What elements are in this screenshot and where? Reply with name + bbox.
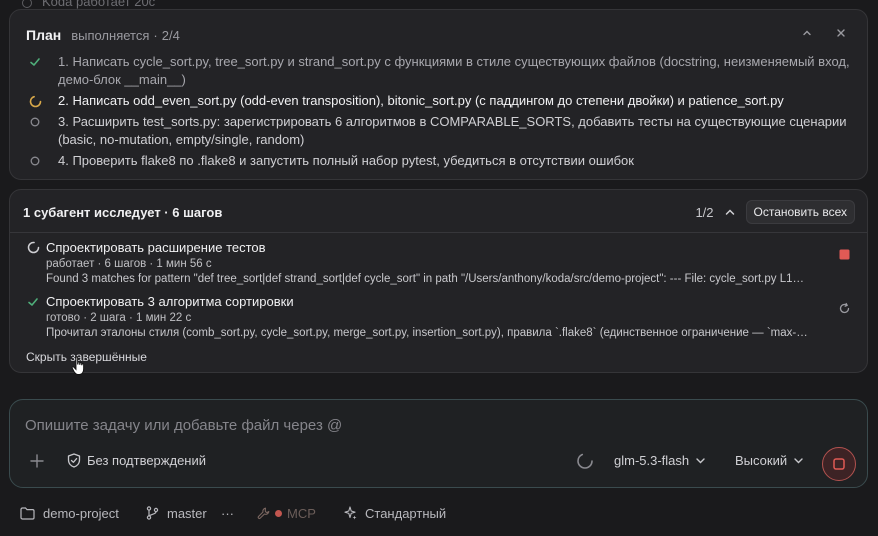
close-icon <box>837 29 845 37</box>
more-button[interactable]: ··· <box>221 506 234 521</box>
subagents-header: 1 субагент исследует · 6 шагов <box>23 205 223 220</box>
task-title: Спроектировать расширение тестов <box>46 240 266 255</box>
plan-step: 3. Расширить test_sorts.py: зарегистриро… <box>28 113 858 149</box>
subagents-pager: 1/2 <box>695 204 714 220</box>
more-icon: ··· <box>221 505 234 521</box>
plan-progress: 2/4 <box>161 27 180 43</box>
mode-selector[interactable]: Стандартный <box>343 506 446 521</box>
stop-all-button[interactable]: Остановить всех <box>745 200 855 224</box>
wrench-icon <box>257 507 270 519</box>
add-attachment-button[interactable] <box>29 453 45 469</box>
plus-icon <box>30 454 44 468</box>
plan-step-text: 4. Проверить flake8 по .flake8 и запусти… <box>58 153 634 168</box>
check-icon <box>28 297 38 306</box>
hand-cursor-icon <box>71 356 85 375</box>
subagent-task[interactable]: Спроектировать расширение тестов работае… <box>26 240 856 285</box>
plan-step: 4. Проверить flake8 по .flake8 и запусти… <box>28 152 858 170</box>
sparkles-icon <box>344 506 357 520</box>
plan-step-text: 2. Написать odd_even_sort.py (odd-even t… <box>58 93 784 108</box>
subagent-task[interactable]: Спроектировать 3 алгоритма сортировки го… <box>26 294 856 339</box>
in-progress-icon <box>29 95 41 107</box>
stop-generation-button[interactable] <box>822 447 856 481</box>
chevron-up-icon <box>803 30 811 36</box>
check-icon <box>30 58 40 66</box>
reasoning-level-select[interactable]: Высокий <box>735 453 804 468</box>
branch-selector[interactable]: master <box>146 506 207 521</box>
plan-title: План <box>26 27 62 43</box>
reasoning-level-value: Высокий <box>735 453 788 468</box>
task-meta: готово · 2 шага · 1 мин 22 с <box>46 312 192 324</box>
task-log: Прочитал эталоны стиля (comb_sort.py, cy… <box>46 327 808 339</box>
folder-icon <box>20 506 35 520</box>
plan-step-list: 1. Написать cycle_sort.py, tree_sort.py … <box>28 53 858 173</box>
branch-name: master <box>167 505 207 521</box>
mode-label: Стандартный <box>365 505 447 521</box>
approval-mode-label: Без подтверждений <box>87 453 207 468</box>
chevron-down-icon <box>696 458 705 464</box>
mcp-label: MCP <box>287 505 316 521</box>
status-circle-icon <box>22 0 32 8</box>
plan-step-text: 1. Написать cycle_sort.py, tree_sort.py … <box>58 54 850 87</box>
task-title: Спроектировать 3 алгоритма сортировки <box>46 294 294 309</box>
stop-square-icon <box>833 458 845 470</box>
plan-step: 1. Написать cycle_sort.py, tree_sort.py … <box>28 53 858 89</box>
task-input[interactable] <box>25 414 825 436</box>
chevron-down-icon <box>794 458 803 464</box>
plan-step-text: 3. Расширить test_sorts.py: зарегистриро… <box>58 114 847 147</box>
project-selector[interactable]: demo-project <box>20 506 119 521</box>
subagents-panel: 1 субагент исследует · 6 шагов 1/2 Остан… <box>9 189 868 373</box>
plan-status-text: выполняется <box>71 27 150 43</box>
model-select[interactable]: glm-5.3-flash <box>614 453 706 468</box>
loading-spinner-icon <box>577 453 593 469</box>
stop-task-button[interactable] <box>836 246 852 262</box>
close-plan-button[interactable] <box>833 25 849 41</box>
git-branch-icon <box>146 506 159 520</box>
pending-circle-icon <box>30 156 40 166</box>
plan-header: План выполняется · 2/4 <box>26 26 180 44</box>
composer: Без подтверждений glm-5.3-flash Высокий <box>9 399 868 488</box>
pager-toggle-button[interactable] <box>722 204 738 220</box>
status-peek-text: Koda работает 20с <box>42 0 156 9</box>
plan-status: выполняется · 2/4 <box>71 27 180 43</box>
collapse-plan-button[interactable] <box>799 25 815 41</box>
loading-spinner-icon <box>27 241 39 254</box>
status-bar: demo-project master ··· MCP Стандартный <box>0 500 878 526</box>
task-log: Found 3 matches for pattern "def tree_so… <box>46 273 805 285</box>
plan-panel: План выполняется · 2/4 1. Написать cycle_s… <box>9 9 868 180</box>
task-meta: работает · 6 шагов · 1 мин 56 с <box>46 258 212 270</box>
project-name: demo-project <box>43 505 119 521</box>
model-select-value: glm-5.3-flash <box>614 453 690 468</box>
restart-task-button[interactable] <box>836 300 852 316</box>
pending-circle-icon <box>30 117 40 127</box>
shield-check-icon <box>67 453 81 468</box>
restart-icon <box>839 302 849 313</box>
approval-mode-button[interactable]: Без подтверждений <box>67 453 206 468</box>
chevron-up-icon <box>725 209 734 215</box>
divider <box>10 232 867 233</box>
mcp-dot-icon <box>275 509 282 517</box>
stop-square-icon <box>839 249 849 259</box>
plan-step: 2. Написать odd_even_sort.py (odd-even t… <box>28 92 858 110</box>
mcp-status[interactable]: MCP <box>257 506 316 521</box>
